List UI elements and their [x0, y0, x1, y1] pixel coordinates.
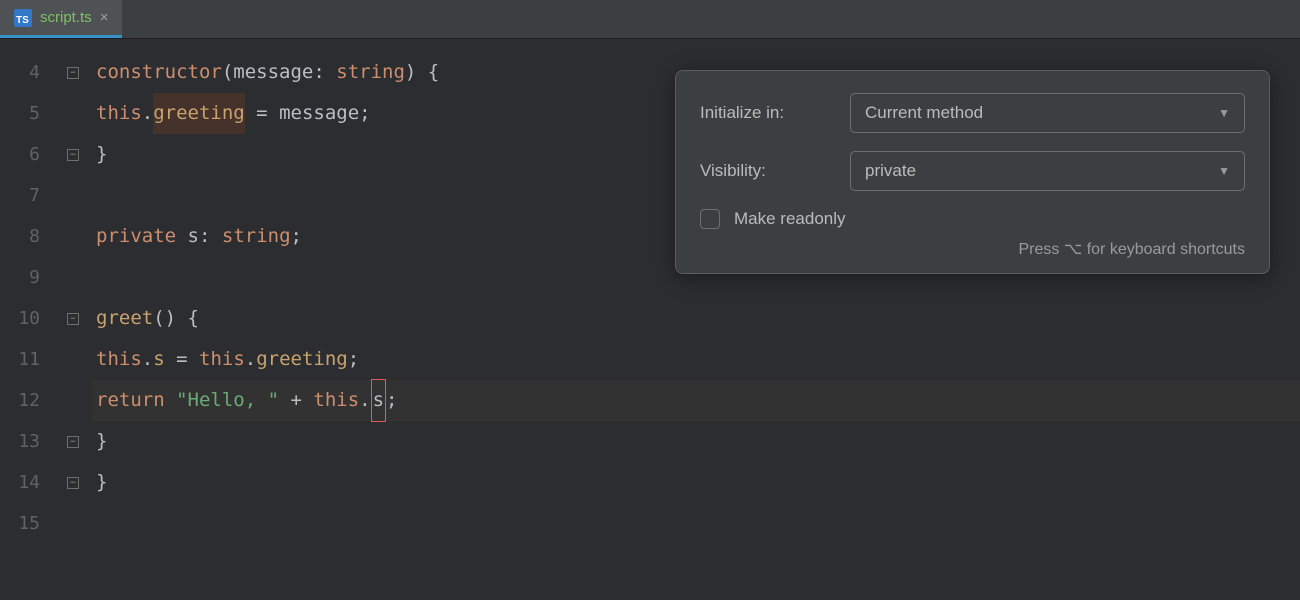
code-token: ;: [348, 339, 359, 380]
tab-bar: TS script.ts ×: [0, 0, 1300, 39]
code-token: message: [233, 52, 313, 93]
code-token: this: [199, 339, 245, 380]
code-token: ;: [386, 380, 397, 421]
fold-minus-icon[interactable]: −: [67, 436, 79, 448]
chevron-down-icon: ▼: [1218, 106, 1230, 120]
fold-minus-icon[interactable]: −: [67, 149, 79, 161]
fold-minus-icon[interactable]: −: [67, 313, 79, 325]
code-token: private: [96, 216, 176, 257]
code-token: s: [153, 339, 164, 380]
line-numbers: 4 5 6 7 8 9 10 11 12 13 14 15: [0, 52, 54, 544]
code-token: ) {: [405, 52, 439, 93]
code-token: [165, 380, 176, 421]
code-token: ;: [291, 216, 302, 257]
code-token: :: [199, 216, 222, 257]
chevron-down-icon: ▼: [1218, 164, 1230, 178]
gutter: 4 5 6 7 8 9 10 11 12 13 14 15: [0, 39, 54, 544]
line-number: 15: [0, 503, 54, 544]
code-token: this: [313, 380, 359, 421]
code-token: +: [279, 380, 313, 421]
code-token: }: [96, 421, 107, 462]
code-token: }: [96, 134, 107, 175]
line-number: 14: [0, 462, 54, 503]
line-number: 13: [0, 421, 54, 462]
fold-minus-icon[interactable]: −: [67, 67, 79, 79]
code-token: :: [313, 52, 336, 93]
code-cursor: s: [371, 379, 386, 422]
line-number: 5: [0, 93, 54, 134]
typescript-file-icon: TS: [14, 9, 32, 27]
code-token: =: [165, 339, 199, 380]
close-icon[interactable]: ×: [100, 9, 109, 26]
make-readonly-checkbox[interactable]: [700, 209, 720, 229]
code-token: .: [142, 93, 153, 134]
line-number: 11: [0, 339, 54, 380]
code-token: [176, 216, 187, 257]
code-token: =: [245, 93, 279, 134]
select-value: Current method: [865, 103, 983, 123]
tab-script-ts[interactable]: TS script.ts ×: [0, 0, 122, 38]
visibility-label: Visibility:: [700, 161, 850, 181]
initialize-in-select[interactable]: Current method ▼: [850, 93, 1245, 133]
code-token: }: [96, 462, 107, 503]
fold-gutter: − − − − −: [54, 39, 92, 544]
code-token: s: [188, 216, 199, 257]
code-token: (: [222, 52, 233, 93]
tab-filename: script.ts: [40, 9, 92, 26]
code-token: greeting: [256, 339, 348, 380]
make-readonly-label: Make readonly: [734, 209, 846, 229]
line-number: 7: [0, 175, 54, 216]
code-token: string: [336, 52, 405, 93]
code-token: greet: [96, 298, 153, 339]
code-token: string: [222, 216, 291, 257]
fold-minus-icon[interactable]: −: [67, 477, 79, 489]
code-token: .: [245, 339, 256, 380]
code-token: "Hello, ": [176, 380, 279, 421]
code-token: this: [96, 93, 142, 134]
line-number: 6: [0, 134, 54, 175]
line-number: 12: [0, 380, 54, 421]
introduce-field-popup: Initialize in: Current method ▼ Visibili…: [675, 70, 1270, 274]
code-token: return: [96, 380, 165, 421]
keyboard-hint: Press ⌥ for keyboard shortcuts: [700, 239, 1245, 259]
code-token: ;: [359, 93, 370, 134]
select-value: private: [865, 161, 916, 181]
line-number: 4: [0, 52, 54, 93]
visibility-select[interactable]: private ▼: [850, 151, 1245, 191]
code-token: () {: [153, 298, 199, 339]
initialize-in-label: Initialize in:: [700, 103, 850, 123]
line-number: 8: [0, 216, 54, 257]
line-number: 9: [0, 257, 54, 298]
code-token: message: [279, 93, 359, 134]
code-token: this: [96, 339, 142, 380]
line-number: 10: [0, 298, 54, 339]
code-token: constructor: [96, 52, 222, 93]
code-token: .: [359, 380, 370, 421]
code-token: .: [142, 339, 153, 380]
code-token: greeting: [153, 93, 245, 134]
